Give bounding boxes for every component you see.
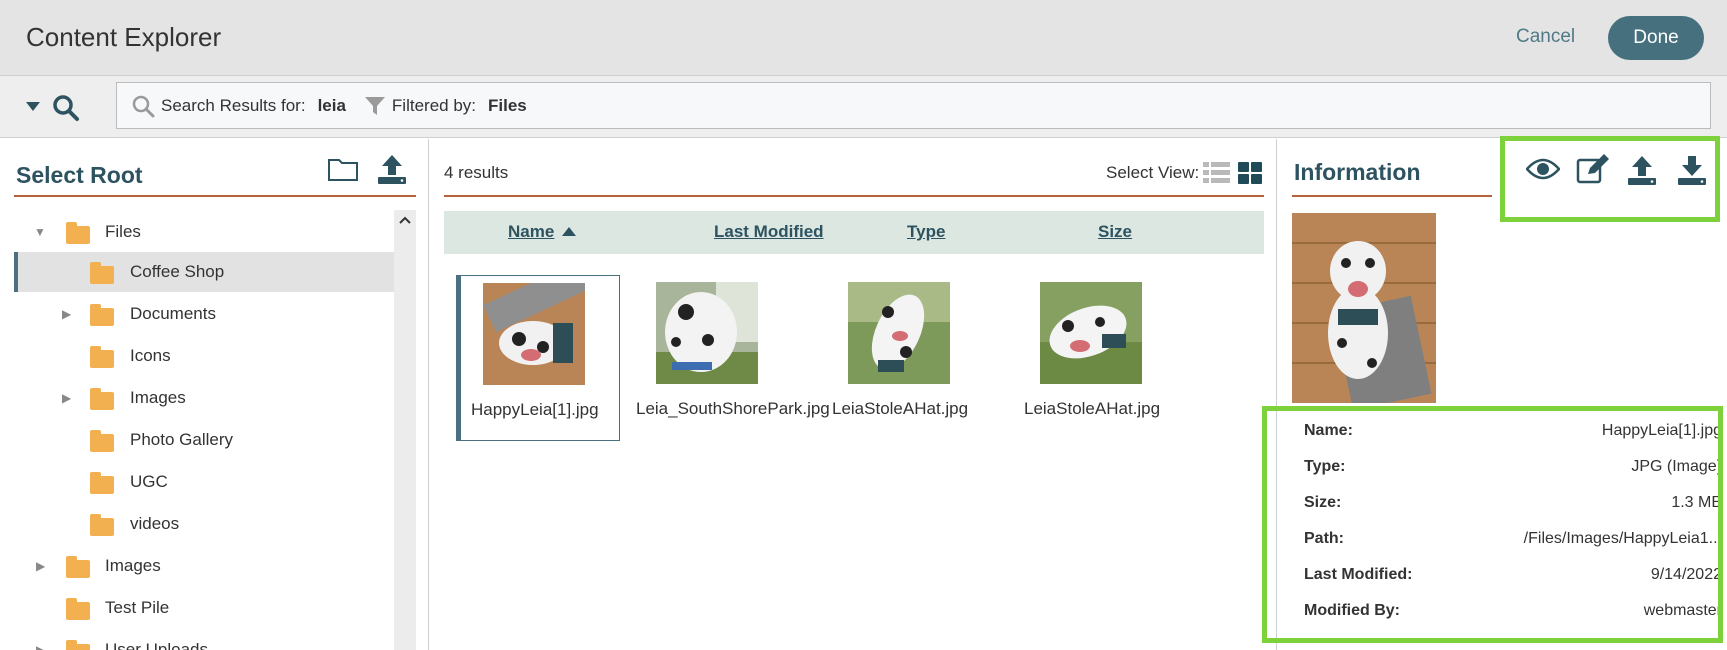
chevron-right-icon[interactable]: ▶ (36, 643, 45, 650)
sort-asc-icon[interactable] (562, 227, 576, 236)
search-term: leia (317, 95, 346, 115)
column-last-modified[interactable]: Last Modified (714, 222, 824, 242)
folder-icon (66, 598, 90, 620)
tree-item-label: videos (130, 514, 180, 533)
folder-icon[interactable] (327, 156, 359, 182)
file-name: Leia_SouthShorePark.jpg (636, 399, 830, 418)
tree-item-icons[interactable]: Icons (14, 336, 394, 376)
tree-item-coffee-shop[interactable]: Coffee Shop (14, 252, 394, 292)
done-button[interactable]: Done (1608, 16, 1704, 60)
file-tile[interactable]: LeiaStoleAHat.jpg (828, 275, 992, 441)
header-bar: Content Explorer Cancel Done (0, 0, 1727, 76)
chevron-down-icon[interactable]: ▼ (34, 225, 46, 239)
column-name[interactable]: Name (508, 222, 554, 242)
tree-item-label: Test Pile (105, 598, 170, 617)
folder-icon (90, 388, 114, 410)
tree-panel: Select Root ▼ Files Coffee Shop ▶ Docume… (0, 139, 429, 650)
tree-item-label: Images (105, 556, 161, 575)
tree-item-label: User Uploads (105, 640, 208, 650)
tree-item-files[interactable]: ▼ Files (14, 212, 394, 252)
tree-item-label: Icons (130, 346, 171, 365)
search-icon (132, 95, 155, 117)
tree-item-ugc[interactable]: UGC (14, 462, 394, 502)
tree-item-videos[interactable]: videos (14, 504, 394, 544)
folder-icon (90, 514, 114, 536)
folder-icon (90, 472, 114, 494)
highlight-box-details (1262, 406, 1723, 643)
page-title: Content Explorer (26, 22, 222, 52)
filter-label: Filtered by: (391, 95, 477, 115)
folder-icon (66, 640, 90, 650)
file-thumbnail (483, 283, 585, 385)
tree-item-images[interactable]: ▶ Images (14, 378, 394, 418)
search-input[interactable]: Search Results for: leia Filtered by: Fi… (116, 82, 1711, 129)
file-tile[interactable]: LeiaStoleAHat.jpg (1020, 275, 1184, 441)
tree-item-user-uploads[interactable]: ▶ User Uploads (14, 630, 394, 650)
file-thumbnail (848, 282, 950, 384)
tree-item-test-pile[interactable]: Test Pile (14, 588, 394, 628)
select-view-label: Select View: (1106, 163, 1200, 182)
tree-item-label: Photo Gallery (130, 430, 233, 449)
tree-item-photo-gallery[interactable]: Photo Gallery (14, 420, 394, 460)
chevron-up-icon[interactable] (399, 216, 411, 224)
results-panel: 4 results Select View: Name Last Modifie… (430, 139, 1277, 650)
upload-icon[interactable] (376, 153, 408, 185)
preview-image (1292, 213, 1436, 403)
file-tile[interactable]: Leia_SouthShorePark.jpg (636, 275, 830, 441)
file-name: LeiaStoleAHat.jpg (832, 399, 969, 418)
file-name: LeiaStoleAHat.jpg (1024, 399, 1161, 418)
column-size[interactable]: Size (1098, 222, 1132, 242)
information-title: Information (1294, 159, 1421, 185)
folder-icon (90, 346, 114, 368)
search-icon[interactable] (52, 94, 80, 122)
filter-value: Files (488, 95, 527, 115)
highlight-box-actions (1500, 136, 1720, 222)
tree-item-label: Coffee Shop (130, 262, 225, 281)
file-name: HappyLeia[1].jpg (471, 400, 599, 419)
column-type[interactable]: Type (907, 222, 945, 242)
file-thumbnail (1040, 282, 1142, 384)
folder-icon (90, 262, 114, 284)
chevron-right-icon[interactable]: ▶ (62, 391, 71, 405)
select-root-title: Select Root (16, 162, 143, 188)
grid-view-icon[interactable] (1238, 162, 1262, 184)
tree-scrollbar[interactable] (394, 210, 416, 650)
file-thumbnail (656, 282, 758, 384)
search-label: Search Results for: (161, 95, 306, 115)
tree-item-label: Files (105, 222, 141, 241)
column-header-row: Name Last Modified Type Size (444, 211, 1264, 254)
list-view-icon[interactable] (1203, 162, 1230, 184)
tree-item-label: UGC (130, 472, 168, 491)
folder-icon (90, 304, 114, 326)
cancel-button[interactable]: Cancel (1516, 26, 1575, 48)
folder-icon (66, 222, 90, 244)
chevron-right-icon[interactable]: ▶ (62, 307, 71, 321)
tree-item-documents[interactable]: ▶ Documents (14, 294, 394, 334)
folder-icon (66, 556, 90, 578)
results-count: 4 results (444, 163, 509, 182)
filter-icon (364, 96, 385, 115)
tree-item-label: Images (130, 388, 186, 407)
dropdown-caret-icon[interactable] (26, 102, 40, 112)
tree-item-label: Documents (130, 304, 216, 323)
chevron-right-icon[interactable]: ▶ (36, 559, 45, 573)
folder-tree: ▼ Files Coffee Shop ▶ Documents Icons ▶ … (14, 210, 416, 650)
file-tile[interactable]: HappyLeia[1].jpg (456, 275, 620, 441)
tree-item-images-root[interactable]: ▶ Images (14, 546, 394, 586)
folder-icon (90, 430, 114, 452)
